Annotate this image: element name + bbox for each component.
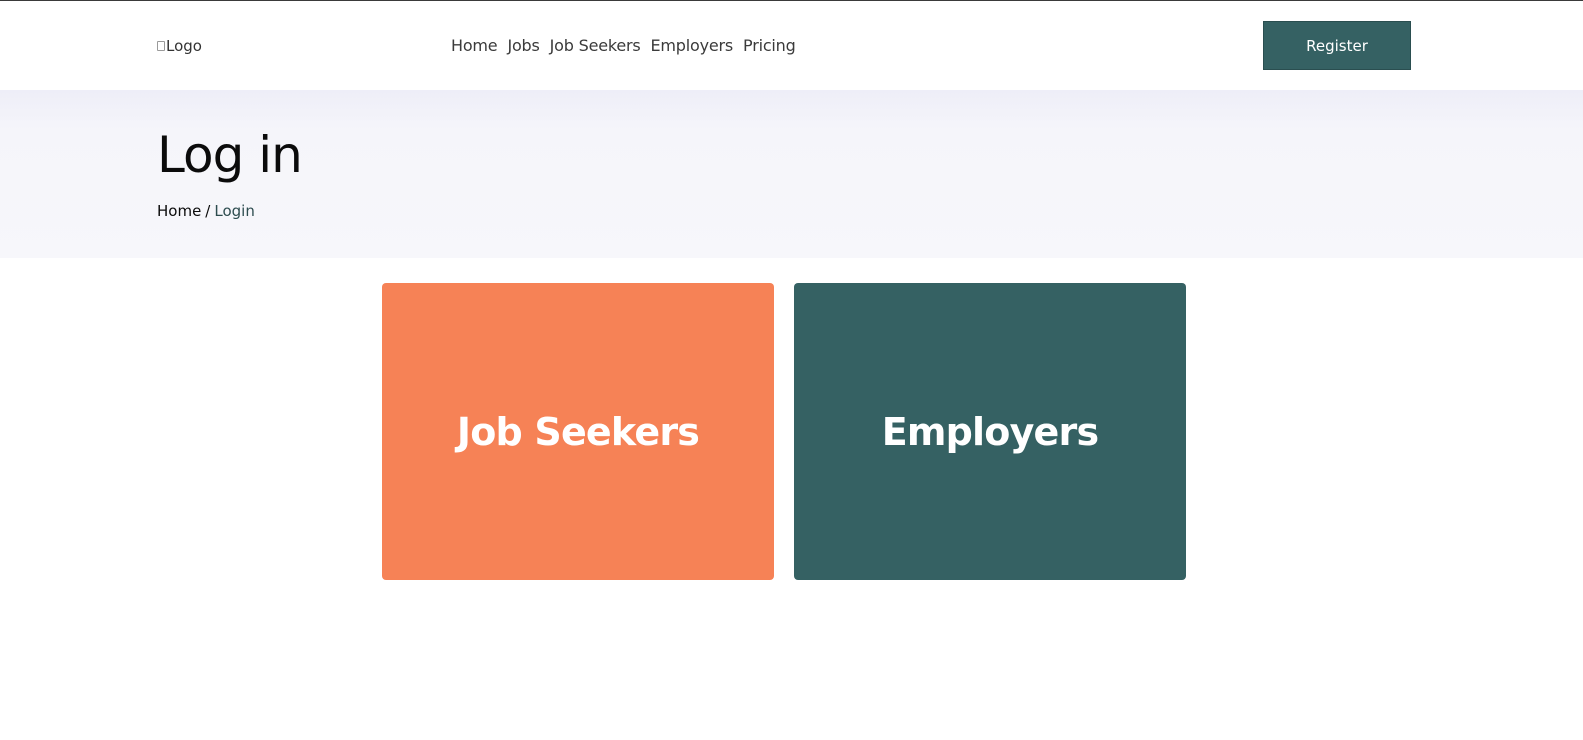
- breadcrumb: Home / Login: [157, 202, 255, 220]
- job-seekers-card-label: Job Seekers: [456, 409, 700, 454]
- main-nav: Home Jobs Job Seekers Employers Pricing: [451, 36, 796, 55]
- breadcrumb-home[interactable]: Home: [157, 202, 201, 220]
- nav-item-job-seekers[interactable]: Job Seekers: [550, 36, 641, 55]
- nav-item-home[interactable]: Home: [451, 36, 498, 55]
- logo-link[interactable]: Logo: [157, 37, 202, 55]
- nav-item-pricing[interactable]: Pricing: [743, 36, 796, 55]
- breadcrumb-separator: /: [205, 202, 211, 220]
- nav-item-jobs[interactable]: Jobs: [507, 36, 539, 55]
- employers-card-label: Employers: [881, 409, 1099, 454]
- employers-login-card[interactable]: Employers: [794, 283, 1186, 580]
- logo-alt-text: Logo: [166, 37, 202, 55]
- job-seekers-login-card[interactable]: Job Seekers: [382, 283, 774, 580]
- breadcrumb-current: Login: [214, 202, 255, 220]
- nav-item-employers[interactable]: Employers: [651, 36, 734, 55]
- register-button[interactable]: Register: [1263, 21, 1411, 70]
- page-title: Log in: [157, 126, 303, 184]
- page-hero: Log in Home / Login: [0, 90, 1583, 258]
- broken-image-icon: [157, 41, 165, 51]
- site-header: Logo Home Jobs Job Seekers Employers Pri…: [0, 1, 1583, 90]
